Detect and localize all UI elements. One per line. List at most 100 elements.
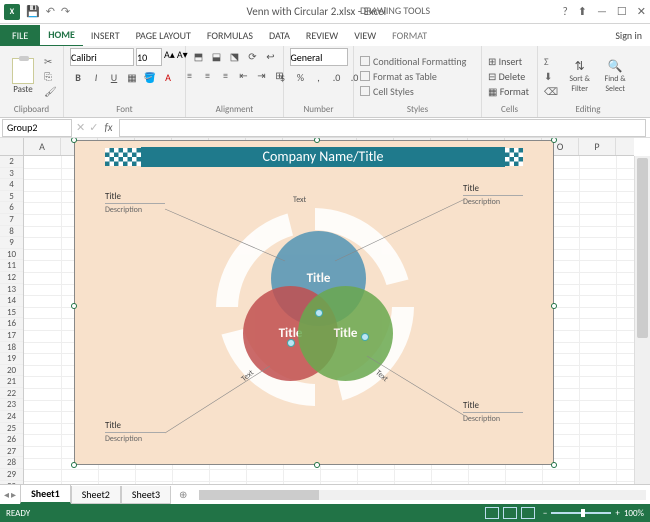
border-button[interactable]: ▦: [124, 69, 140, 85]
redo-icon[interactable]: ↷: [61, 5, 70, 18]
align-right-icon[interactable]: ≡: [218, 67, 234, 83]
selection-handle-icon[interactable]: [287, 339, 295, 347]
delete-cells-button[interactable]: ⊟ Delete: [488, 70, 529, 83]
tab-home[interactable]: HOME: [40, 24, 83, 46]
font-size-input[interactable]: [136, 48, 162, 66]
name-box[interactable]: [2, 119, 72, 137]
group-number: $ % , .0 .0 Number: [284, 46, 354, 117]
worksheet-area: ABCDEFGHIJKLMNOP 23456789101112131415161…: [0, 138, 650, 484]
normal-view-icon[interactable]: [485, 507, 499, 519]
minimize-icon[interactable]: —: [597, 5, 607, 18]
formula-bar[interactable]: [119, 119, 646, 137]
underline-button[interactable]: U: [106, 69, 122, 85]
orientation-icon[interactable]: ⟳: [245, 48, 261, 64]
page-break-view-icon[interactable]: [521, 507, 535, 519]
italic-button[interactable]: I: [88, 69, 104, 85]
align-bottom-icon[interactable]: ⬔: [227, 48, 243, 64]
copy-icon[interactable]: ⎘: [44, 70, 57, 83]
fill-icon[interactable]: ⬇: [544, 70, 558, 83]
tab-data[interactable]: DATA: [261, 25, 298, 46]
row-headers[interactable]: 2345678910111213141516171819202122232425…: [0, 156, 24, 484]
tab-file[interactable]: FILE: [0, 25, 40, 46]
zoom-slider[interactable]: [551, 512, 611, 514]
bold-button[interactable]: B: [70, 69, 86, 85]
sheet-tab-3[interactable]: Sheet3: [121, 486, 171, 504]
insert-cells-button[interactable]: ⊞ Insert: [488, 55, 529, 68]
find-select-button[interactable]: 🔍Find & Select: [598, 59, 632, 94]
increase-font-icon[interactable]: A▴: [164, 48, 175, 66]
cancel-formula-icon[interactable]: ✕: [76, 121, 85, 134]
cut-icon[interactable]: ✂: [44, 55, 57, 68]
currency-icon[interactable]: $: [275, 69, 291, 85]
venn-circles: Title Title Title: [243, 231, 393, 381]
format-as-table-button[interactable]: Format as Table: [360, 70, 466, 83]
tab-review[interactable]: REVIEW: [298, 25, 346, 46]
group-label: Number: [290, 104, 347, 115]
page-layout-view-icon[interactable]: [503, 507, 517, 519]
sign-in-link[interactable]: Sign in: [615, 29, 642, 42]
paste-button[interactable]: Paste: [6, 58, 40, 95]
undo-icon[interactable]: ↶: [46, 5, 55, 18]
save-icon[interactable]: 💾: [26, 5, 40, 18]
maximize-icon[interactable]: ☐: [617, 5, 627, 18]
venn-circle-right[interactable]: Title: [298, 286, 393, 381]
font-color-button[interactable]: A: [160, 69, 176, 85]
tab-insert[interactable]: INSERT: [83, 25, 128, 46]
select-all-corner[interactable]: [0, 138, 24, 156]
group-alignment: ⬒ ⬓ ⬔ ⟳ ↩ ≡ ≡ ≡ ⇤ ⇥ ⊞ Alignment: [186, 46, 284, 117]
percent-icon[interactable]: %: [293, 69, 309, 85]
group-label: Editing: [544, 104, 632, 115]
align-middle-icon[interactable]: ⬓: [209, 48, 225, 64]
title-bar: X 💾 ↶ ↷ Venn with Circular 2.xlsx - Exce…: [0, 0, 650, 24]
wrap-text-icon[interactable]: ↩: [263, 48, 279, 64]
tab-page-layout[interactable]: PAGE LAYOUT: [128, 25, 199, 46]
sheet-tab-2[interactable]: Sheet2: [71, 486, 121, 504]
formula-bar-row: ✕ ✓ fx: [0, 118, 650, 138]
close-icon[interactable]: ✕: [637, 5, 646, 18]
company-title-label: Company Name/Title: [141, 147, 505, 167]
indent-dec-icon[interactable]: ⇤: [236, 67, 252, 83]
zoom-out-icon[interactable]: −: [543, 508, 547, 519]
horizontal-scrollbar[interactable]: [199, 490, 646, 500]
group-styles: Conditional Formatting Format as Table C…: [354, 46, 482, 117]
tab-format[interactable]: FORMAT: [384, 25, 435, 46]
tab-view[interactable]: VIEW: [346, 25, 384, 46]
comma-icon[interactable]: ,: [311, 69, 327, 85]
ribbon-collapse-icon[interactable]: ⬆: [578, 5, 587, 18]
font-name-input[interactable]: [70, 48, 134, 66]
sheet-tabs-bar: ◂▸ Sheet1 Sheet2 Sheet3 ⊕: [0, 484, 650, 504]
venn-diagram-shape[interactable]: Company Name/Title Title Title Title Tit…: [74, 140, 554, 465]
format-cells-button[interactable]: ▦ Format: [488, 85, 529, 98]
window-title: Venn with Circular 2.xlsx - Excel: [70, 5, 562, 18]
align-top-icon[interactable]: ⬒: [191, 48, 207, 64]
enter-formula-icon[interactable]: ✓: [89, 121, 98, 134]
sheet-nav-next-icon[interactable]: ▸: [11, 488, 16, 501]
selection-handle-icon[interactable]: [361, 333, 369, 341]
selection-handle-icon[interactable]: [315, 309, 323, 317]
sort-filter-button[interactable]: ⇅Sort & Filter: [564, 59, 595, 94]
sheet-tab-1[interactable]: Sheet1: [20, 485, 71, 504]
fill-color-button[interactable]: 🪣: [142, 69, 158, 85]
add-sheet-button[interactable]: ⊕: [171, 486, 195, 503]
align-left-icon[interactable]: ≡: [182, 67, 198, 83]
autosum-icon[interactable]: Σ: [544, 55, 558, 68]
sheet-nav-prev-icon[interactable]: ◂: [4, 488, 9, 501]
indent-inc-icon[interactable]: ⇥: [254, 67, 270, 83]
vertical-scrollbar[interactable]: [634, 156, 650, 484]
fx-icon[interactable]: fx: [104, 121, 112, 134]
help-icon[interactable]: ?: [563, 5, 568, 18]
cell-styles-button[interactable]: Cell Styles: [360, 85, 466, 98]
zoom-level[interactable]: 100%: [624, 508, 644, 519]
zoom-in-icon[interactable]: +: [615, 508, 619, 519]
ribbon: Paste ✂ ⎘ 🖌 Clipboard A▴ A▾ B I U ▦ 🪣: [0, 46, 650, 118]
group-label: Clipboard: [6, 104, 57, 115]
number-format-select[interactable]: [290, 48, 348, 66]
increase-decimal-icon[interactable]: .0: [329, 69, 345, 85]
tab-formulas[interactable]: FORMULAS: [199, 25, 261, 46]
clear-icon[interactable]: ⌫: [544, 85, 558, 98]
align-center-icon[interactable]: ≡: [200, 67, 216, 83]
group-label: Styles: [360, 104, 475, 115]
conditional-formatting-button[interactable]: Conditional Formatting: [360, 55, 466, 68]
format-painter-icon[interactable]: 🖌: [44, 85, 57, 98]
excel-icon: X: [4, 4, 20, 20]
